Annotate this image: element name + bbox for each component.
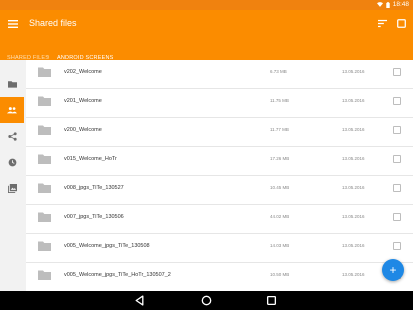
list-item[interactable]: v005_Welcome_jpgs_TiTe_130508 14.03 MB 1… [26, 234, 413, 263]
plus-icon: + [389, 263, 397, 277]
status-time: 18:48 [392, 1, 409, 8]
list-item[interactable]: v007_jpgs_TiTe_130506 44.02 MB 13.05.201… [26, 205, 413, 234]
sidebar-item-gallery[interactable] [0, 175, 24, 201]
file-date: 13.05.2016 [342, 185, 365, 190]
list-item[interactable]: v202_Welcome 6.73 MB 13.05.2016 [26, 60, 413, 89]
file-date: 13.05.2016 [342, 243, 365, 248]
row-checkbox[interactable] [393, 213, 401, 221]
status-bar: 18:48 [0, 0, 413, 10]
row-checkbox[interactable] [393, 97, 401, 105]
folder-icon [38, 270, 51, 280]
file-name: v005_Welcome_jpgs_TiTe_HoTr_130507_2 [64, 272, 171, 278]
home-icon[interactable] [201, 295, 212, 306]
file-name: v008_jpgs_TiTe_130527 [64, 185, 124, 191]
add-fab-button[interactable]: + [382, 259, 404, 281]
app-bar: Shared files SHARED FILES › ANDROID SCRE… [0, 10, 413, 70]
list-item[interactable]: v201_Welcome 11.75 MB 13.05.2016 [26, 89, 413, 118]
file-date: 13.05.2016 [342, 98, 365, 103]
file-name: v015_Welcome_HoTr [64, 156, 117, 162]
history-icon [8, 158, 16, 166]
list-item[interactable]: v015_Welcome_HoTr 17.26 MB 13.05.2016 [26, 147, 413, 176]
file-date: 13.05.2016 [342, 214, 365, 219]
file-list: v202_Welcome 6.73 MB 13.05.2016 v201_Wel… [26, 60, 413, 291]
row-checkbox[interactable] [393, 155, 401, 163]
sidebar-item-share[interactable] [0, 123, 24, 149]
sidebar-item-history[interactable] [0, 149, 24, 175]
wifi-icon [376, 2, 383, 7]
file-size: 10.50 MB [270, 272, 290, 277]
file-name: v005_Welcome_jpgs_TiTe_130508 [64, 243, 150, 249]
hamburger-menu-icon[interactable] [8, 19, 18, 29]
gallery-icon [7, 183, 17, 193]
row-checkbox[interactable] [393, 242, 401, 250]
list-item[interactable]: v005_Welcome_jpgs_TiTe_HoTr_130507_2 10.… [26, 263, 413, 291]
file-size: 17.26 MB [270, 156, 290, 161]
file-name: v200_Welcome [64, 127, 102, 133]
file-size: 6.73 MB [270, 69, 287, 74]
file-size: 14.03 MB [270, 243, 290, 248]
file-size: 11.77 MB [270, 127, 289, 132]
file-date: 13.05.2016 [342, 156, 365, 161]
folder-icon [38, 67, 51, 77]
sidebar-item-shared[interactable] [0, 97, 24, 123]
file-date: 13.05.2016 [342, 127, 365, 132]
list-item[interactable]: v008_jpgs_TiTe_130527 10.45 MB 13.05.201… [26, 176, 413, 205]
row-checkbox[interactable] [393, 184, 401, 192]
folder-icon [38, 96, 51, 106]
sidebar-item-files[interactable] [0, 71, 24, 97]
file-name: v201_Welcome [64, 98, 102, 104]
folder-icon [38, 241, 51, 251]
row-checkbox[interactable] [393, 126, 401, 134]
file-size: 11.75 MB [270, 98, 289, 103]
folder-icon [38, 183, 51, 193]
file-size: 10.45 MB [270, 185, 290, 190]
folder-icon [38, 125, 51, 135]
file-name: v007_jpgs_TiTe_130506 [64, 214, 124, 220]
checkbox-icon[interactable] [397, 19, 406, 28]
share-icon [7, 131, 17, 141]
file-date: 13.05.2016 [342, 272, 365, 277]
file-size: 44.02 MB [270, 214, 290, 219]
file-date: 13.05.2016 [342, 69, 365, 74]
back-icon[interactable] [134, 295, 145, 306]
row-checkbox[interactable] [393, 68, 401, 76]
folder-icon [38, 212, 51, 222]
sort-icon[interactable] [378, 19, 387, 28]
folder-icon [7, 81, 17, 88]
list-item[interactable]: v200_Welcome 11.77 MB 13.05.2016 [26, 118, 413, 147]
page-title: Shared files [29, 18, 77, 28]
file-name: v202_Welcome [64, 69, 102, 75]
recents-icon[interactable] [266, 295, 277, 306]
sidebar [0, 68, 24, 291]
people-icon [7, 107, 17, 114]
battery-icon [386, 1, 390, 8]
system-nav-bar [0, 291, 413, 310]
folder-icon [38, 154, 51, 164]
